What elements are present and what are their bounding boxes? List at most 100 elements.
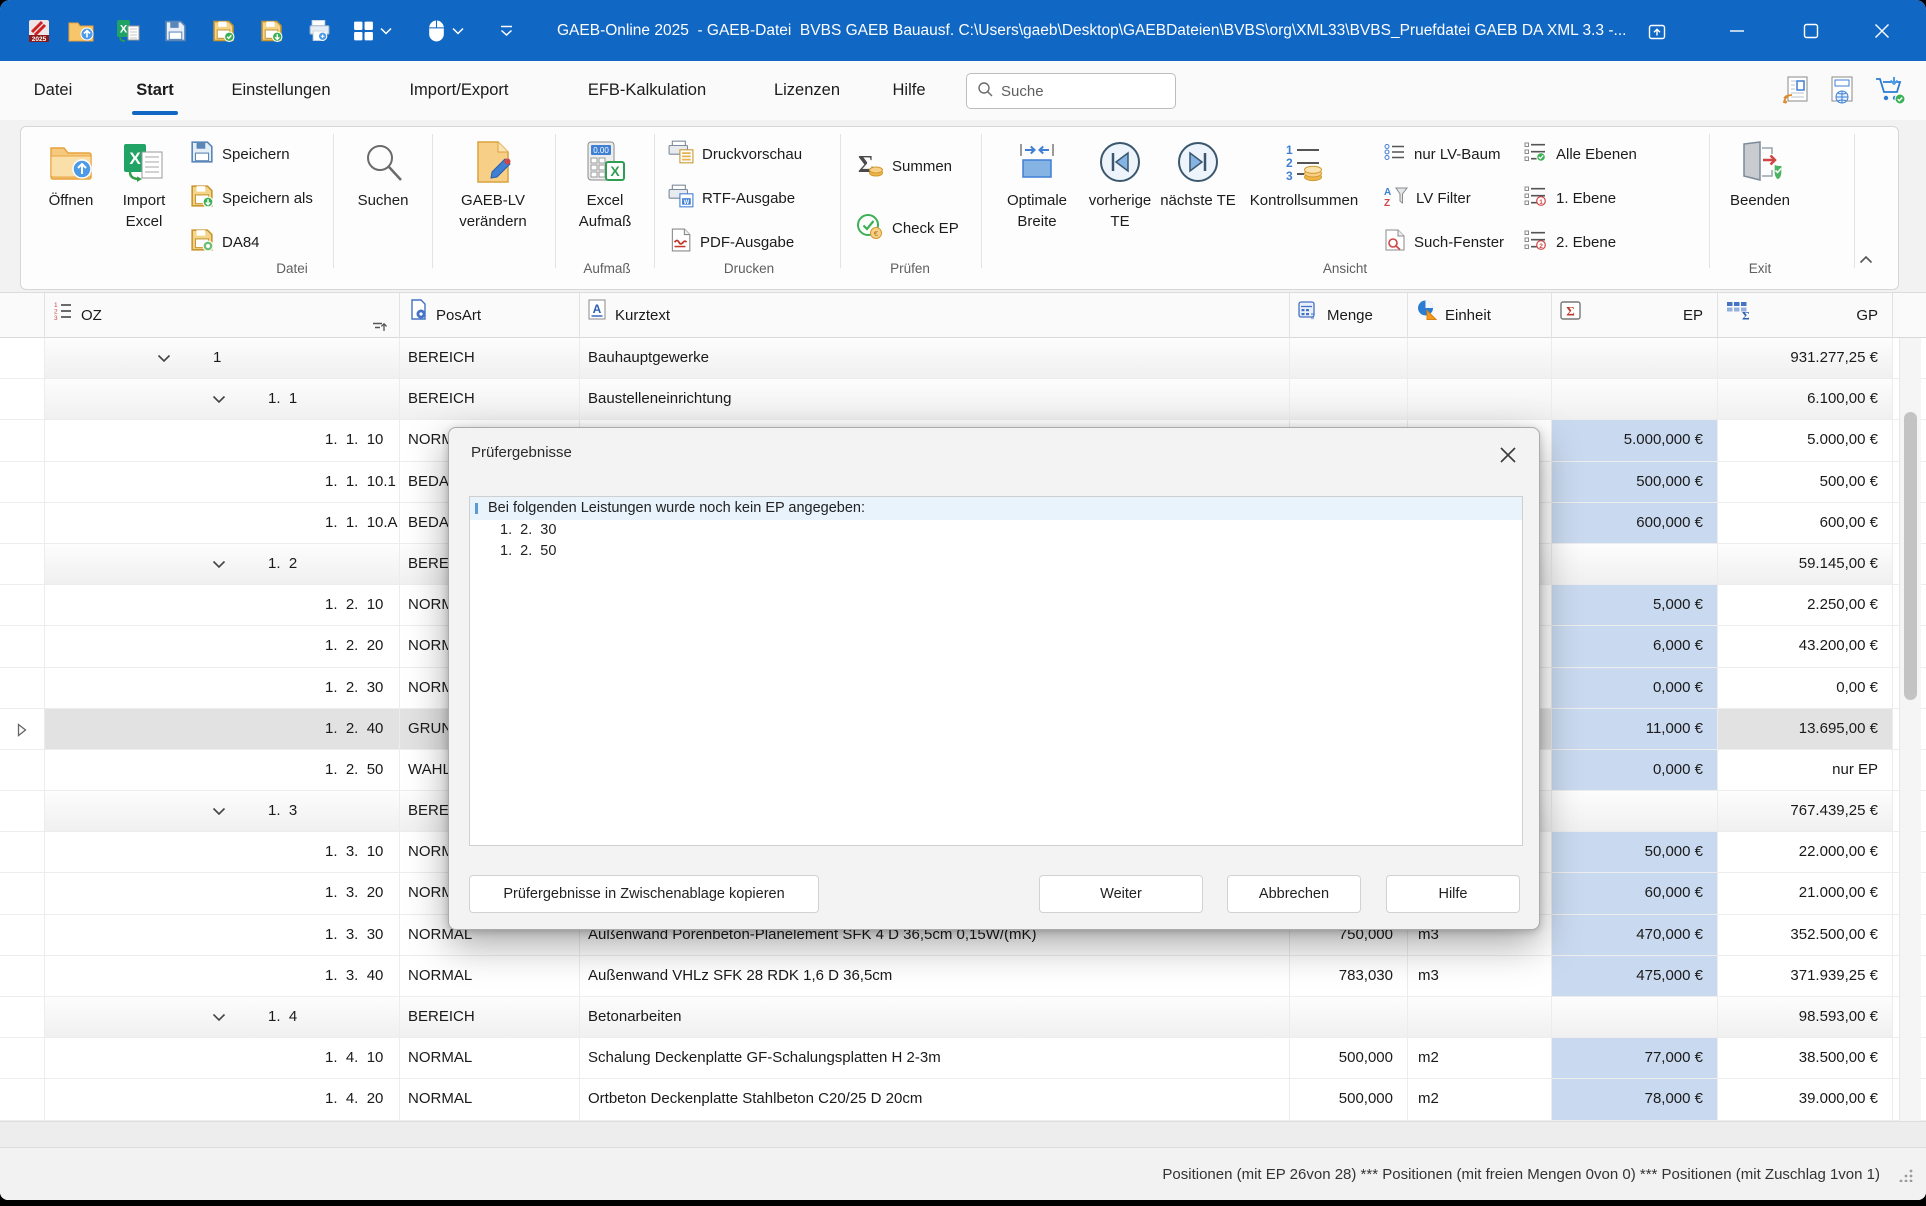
table-sum-icon: Σ	[1726, 294, 1749, 338]
dialog-list-item[interactable]: 1. 2. 30	[470, 520, 1522, 541]
naechste-te-button[interactable]: nächste TE	[1160, 134, 1236, 260]
oz-value: 1	[213, 338, 221, 378]
table-row[interactable]: 1. 4. 20NORMALOrtbeton Deckenplatte Stah…	[0, 1079, 1926, 1120]
apps-grid-caret-icon[interactable]	[380, 27, 392, 35]
rtf-ausgabe-button[interactable]: W RTF-Ausgabe	[668, 180, 795, 216]
header-menge[interactable]: Menge	[1290, 293, 1408, 338]
group-label-pruefen: Prüfen	[890, 261, 930, 276]
header-oz[interactable]: 123 OZ	[45, 293, 400, 338]
search-input[interactable]: Suche	[966, 73, 1176, 109]
ebene1-button[interactable]: 1 1. Ebene	[1524, 180, 1616, 216]
apps-grid-icon[interactable]	[352, 19, 375, 42]
menu-datei[interactable]: Datei	[34, 61, 73, 120]
ebene2-button[interactable]: 2 2. Ebene	[1524, 224, 1616, 260]
alle-ebenen-button[interactable]: Alle Ebenen	[1524, 136, 1637, 172]
da84-button[interactable]: DA84	[190, 224, 260, 260]
save-as-icon[interactable]	[212, 19, 235, 42]
pdf-ausgabe-button[interactable]: PDF-Ausgabe	[668, 224, 794, 260]
suchen-button[interactable]: Suchen	[347, 134, 419, 260]
speichern-button[interactable]: Speichern	[190, 136, 290, 172]
save-icon[interactable]	[164, 19, 187, 42]
close-button[interactable]	[1859, 0, 1905, 61]
save-download-icon[interactable]	[260, 19, 283, 42]
collapse-ribbon-icon[interactable]	[1848, 244, 1884, 274]
kontrollsummen-button[interactable]: 123 Kontrollsummen	[1238, 134, 1370, 260]
menu-lizenzen[interactable]: Lizenzen	[774, 61, 840, 120]
chevron-down-icon[interactable]	[212, 560, 226, 569]
optimale-breite-button[interactable]: Optimale Breite	[995, 134, 1079, 260]
cell-oz: 1. 1. 10	[45, 420, 400, 460]
web-update-icon[interactable]	[1828, 75, 1856, 110]
dialog-result-list[interactable]: Bei folgenden Leistungen wurde noch kein…	[469, 496, 1523, 846]
header-einheit[interactable]: Einheit	[1408, 293, 1552, 338]
excel-import-icon[interactable]: X	[116, 19, 140, 43]
check-ep-button[interactable]: € Check EP	[856, 210, 959, 246]
document-edit-icon	[472, 136, 514, 188]
copy-results-button[interactable]: Prüfergebnisse in Zwischenablage kopiere…	[469, 875, 819, 913]
table-row[interactable]: 1. 1BEREICHBaustelleneinrichtung6.100,00…	[0, 379, 1926, 420]
speichern-als-button[interactable]: Speichern als	[190, 180, 313, 216]
oeffnen-button[interactable]: Öffnen	[36, 134, 106, 260]
excel-aufmass-button[interactable]: 0.00X Excel Aufmaß	[569, 134, 641, 260]
cell-ep: 475,000 €	[1552, 956, 1718, 996]
folder-open-icon	[49, 136, 93, 188]
nur-lv-baum-label: nur LV-Baum	[1414, 146, 1500, 163]
summen-button[interactable]: Σ Summen	[856, 148, 952, 184]
open-folder-icon[interactable]	[68, 20, 94, 42]
maximize-button[interactable]	[1788, 0, 1834, 61]
druckvorschau-button[interactable]: Druckvorschau	[668, 136, 802, 172]
print-icon[interactable]	[308, 19, 331, 42]
chevron-down-icon[interactable]	[157, 354, 171, 363]
chevron-down-icon[interactable]	[212, 1013, 226, 1022]
news-icon[interactable]	[1782, 75, 1810, 110]
beenden-button[interactable]: Beenden	[1722, 134, 1798, 260]
cell-gp: 500,00 €	[1718, 462, 1893, 502]
row-gutter	[0, 544, 45, 584]
quick-access-toolbar-icon[interactable]	[500, 25, 513, 36]
dialog-list-item[interactable]: 1. 2. 50	[470, 541, 1522, 562]
active-tab-underline	[132, 111, 178, 115]
cell-gp: 2.250,00 €	[1718, 585, 1893, 625]
sort-icon[interactable]	[371, 308, 387, 338]
hilfe-button[interactable]: Hilfe	[1386, 875, 1520, 913]
dialog-close-icon[interactable]	[1493, 440, 1523, 470]
menu-import-export[interactable]: Import/Export	[409, 61, 508, 120]
abbrechen-button[interactable]: Abbrechen	[1227, 875, 1361, 913]
vorherige-te-button[interactable]: vorherige TE	[1082, 134, 1158, 260]
vertical-scrollbar-thumb[interactable]	[1904, 412, 1917, 700]
cell-oz: 1. 3. 30	[45, 915, 400, 955]
tree-list-icon	[1384, 143, 1406, 165]
horizontal-scrollbar[interactable]	[0, 1121, 1926, 1147]
lv-filter-button[interactable]: AZ LV Filter	[1384, 180, 1471, 216]
mouse-caret-icon[interactable]	[452, 27, 464, 35]
popout-button[interactable]	[1634, 0, 1680, 61]
svg-text:Σ: Σ	[1742, 308, 1749, 320]
weiter-button[interactable]: Weiter	[1039, 875, 1203, 913]
table-row[interactable]: 1. 4. 10NORMALSchalung Deckenplatte GF-S…	[0, 1038, 1926, 1079]
resize-grip[interactable]	[1898, 1166, 1914, 1187]
print-preview-icon	[668, 140, 694, 168]
menu-efb-kalkulation[interactable]: EFB-Kalkulation	[588, 61, 706, 120]
such-fenster-button[interactable]: Such-Fenster	[1384, 224, 1504, 260]
minimize-button[interactable]	[1714, 0, 1760, 61]
chevron-down-icon[interactable]	[212, 807, 226, 816]
chevron-down-icon[interactable]	[212, 395, 226, 404]
header-ep[interactable]: Σ EP	[1552, 293, 1718, 338]
cell-menge: 500,000	[1290, 1038, 1408, 1078]
nur-lv-baum-button[interactable]: nur LV-Baum	[1384, 136, 1500, 172]
menu-hilfe[interactable]: Hilfe	[892, 61, 925, 120]
gaeb-lv-veraendern-button[interactable]: GAEB-LV verändern	[446, 134, 540, 260]
import-excel-button[interactable]: X Import Excel	[108, 134, 180, 260]
header-gp[interactable]: Σ GP	[1718, 293, 1893, 338]
vertical-scrollbar[interactable]	[1899, 338, 1921, 1121]
header-kurztext[interactable]: A Kurztext	[580, 293, 1290, 338]
svg-text:1: 1	[1539, 199, 1543, 206]
table-row[interactable]: 1BEREICHBauhauptgewerke931.277,25 €	[0, 338, 1926, 379]
table-row[interactable]: 1. 4BEREICHBetonarbeiten98.593,00 €	[0, 997, 1926, 1038]
header-posart[interactable]: PosArt	[400, 293, 580, 338]
menu-einstellungen[interactable]: Einstellungen	[231, 61, 330, 120]
table-row[interactable]: 1. 3. 40NORMALAußenwand VHLz SFK 28 RDK …	[0, 956, 1926, 997]
mouse-settings-icon[interactable]	[428, 19, 445, 42]
shop-cart-icon[interactable]	[1874, 75, 1906, 110]
cell-gp: 0,00 €	[1718, 668, 1893, 708]
